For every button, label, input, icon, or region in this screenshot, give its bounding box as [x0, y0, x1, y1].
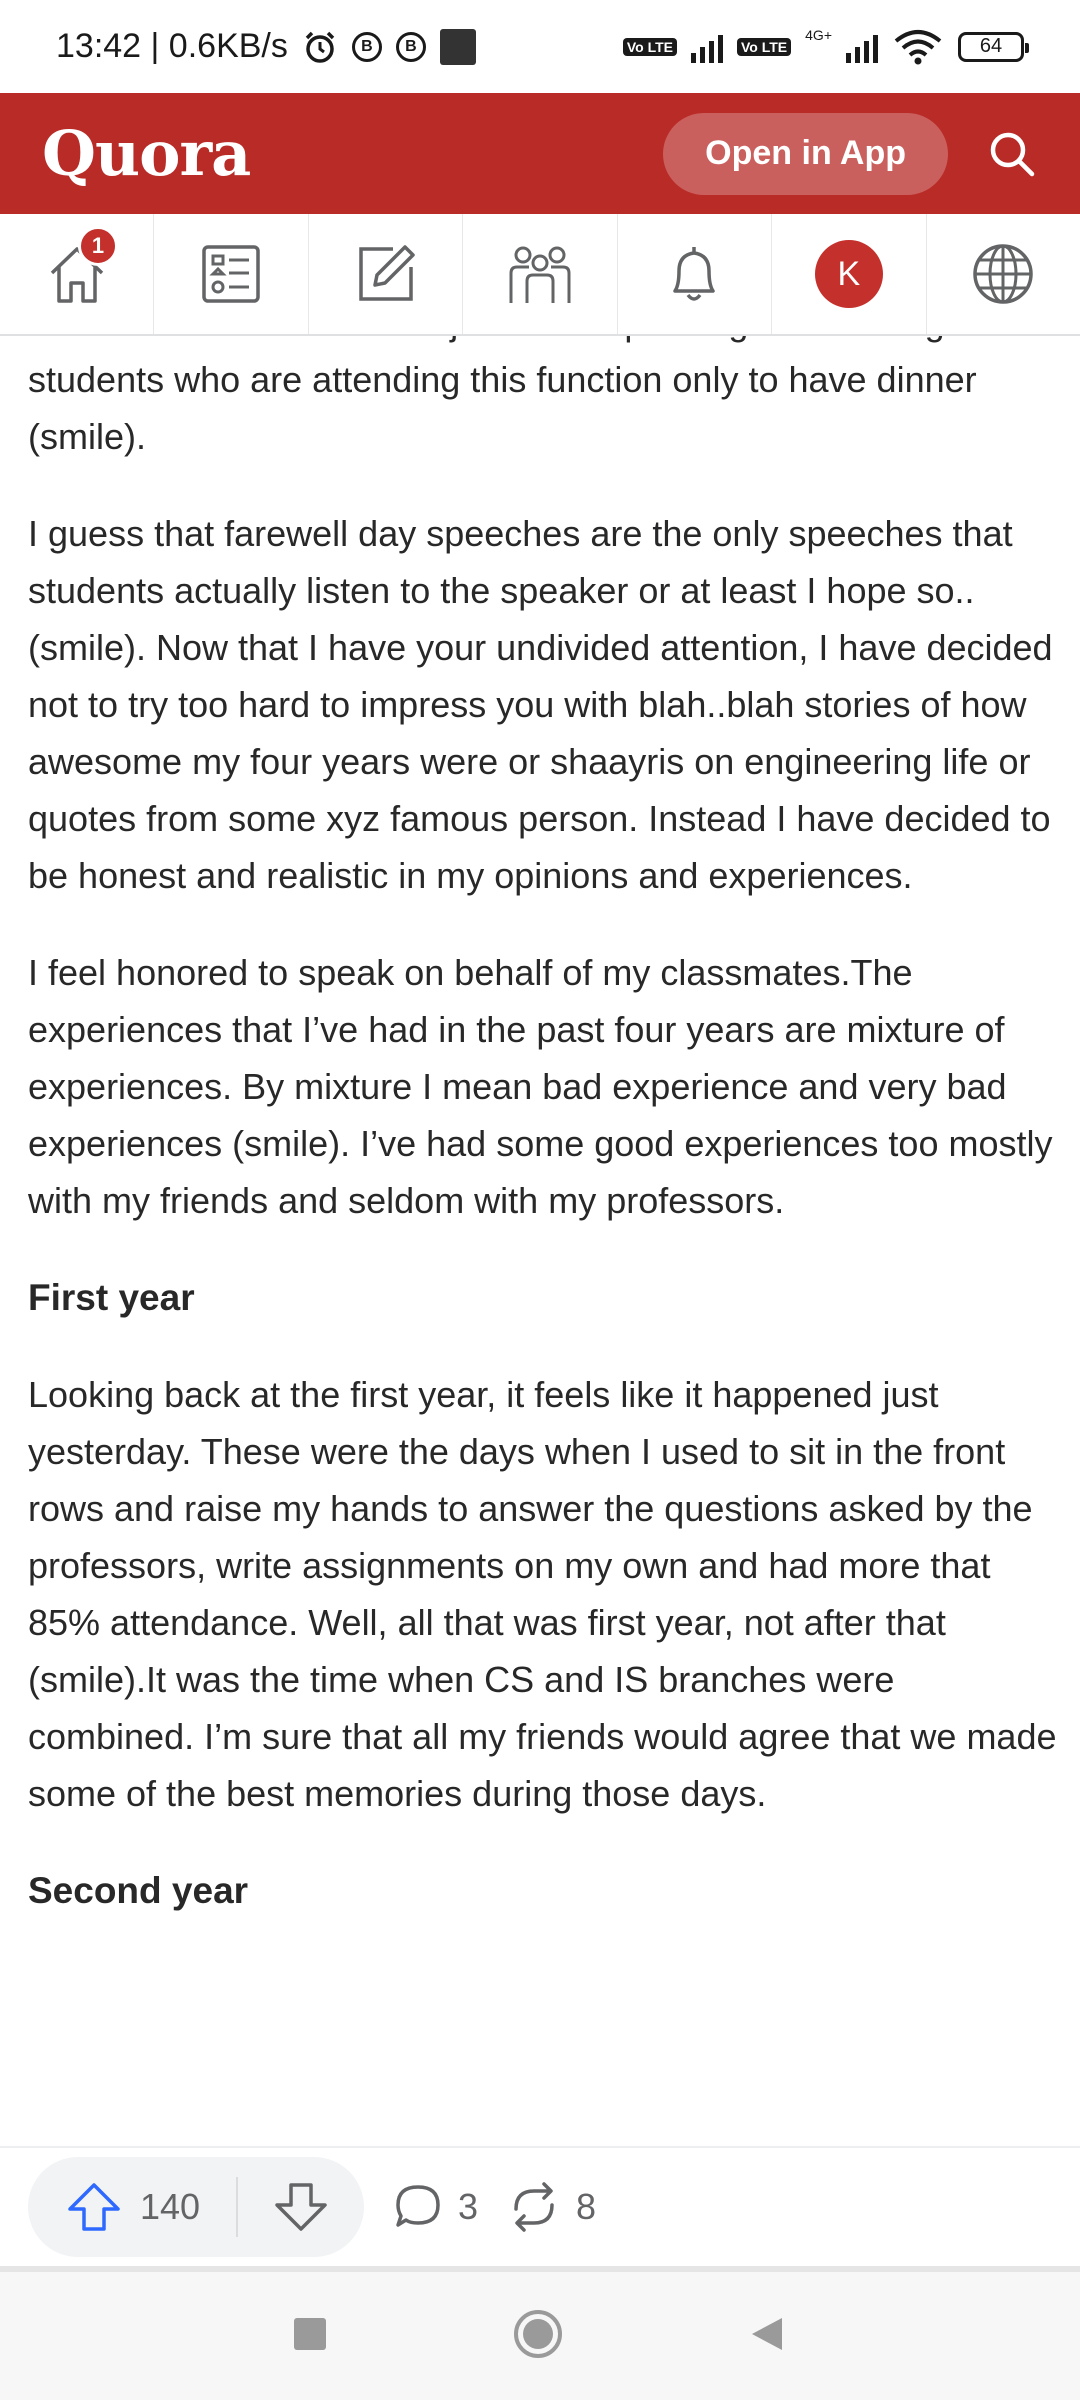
answer-paragraph: fellow students and sweet juniors. A spe…: [28, 336, 1045, 457]
battery-icon: 64: [958, 31, 1029, 62]
signal-icon-2: [846, 31, 878, 63]
home-system-button[interactable]: [512, 2308, 564, 2365]
system-nav-bar: [0, 2272, 1080, 2400]
nav-home[interactable]: 1: [0, 214, 155, 334]
nav-profile[interactable]: K: [772, 214, 927, 334]
edit-icon: [358, 245, 415, 301]
downvote-button[interactable]: [238, 2181, 364, 2233]
answer-paragraph: I guess that farewell day speeches are t…: [28, 513, 1053, 896]
nav-following[interactable]: [154, 214, 309, 334]
share-button[interactable]: 8: [506, 2179, 596, 2235]
section-heading: First year: [28, 1277, 195, 1318]
back-triangle-icon: [752, 2317, 782, 2350]
header-actions: Open in App: [663, 112, 1040, 195]
home-circle-icon: [514, 2309, 562, 2358]
section-heading: Second year: [28, 1870, 249, 1911]
upvote-icon: [68, 2183, 120, 2231]
nav-notifications[interactable]: [618, 214, 773, 334]
avatar: K: [814, 240, 883, 308]
downvote-icon: [275, 2183, 327, 2231]
comment-icon: [396, 2185, 440, 2227]
answer-paragraph: I feel honored to speak on behalf of my …: [28, 952, 1053, 1221]
nav-language[interactable]: [927, 214, 1080, 334]
quora-logo[interactable]: Quora: [42, 117, 251, 190]
upvote-count: 140: [140, 2186, 201, 2227]
answer-content: fellow students and sweet juniors. A spe…: [28, 336, 1058, 2146]
signal-icon: [690, 31, 723, 63]
search-icon: [990, 132, 1035, 176]
network-type: 4G+: [805, 26, 832, 43]
notification-icon-2: B: [395, 31, 426, 62]
bell-icon: [673, 247, 716, 301]
answer-action-bar: 140 3 8: [0, 2146, 1080, 2266]
recents-square-icon: [294, 2317, 326, 2350]
answer-paragraph: Looking back at the first year, it feels…: [28, 1374, 1057, 1814]
globe-icon: [973, 244, 1033, 304]
alarm-icon: [305, 31, 335, 63]
status-time: 13:42 | 0.6KB/s: [56, 27, 288, 65]
recents-button[interactable]: [292, 2316, 328, 2357]
notification-square-icon: [439, 28, 476, 65]
app-header: Quora Open in App: [0, 93, 1080, 214]
wifi-icon: [894, 29, 942, 64]
spaces-people-icon: [509, 246, 571, 303]
notification-icon: B: [351, 31, 382, 62]
open-in-app-button[interactable]: Open in App: [663, 112, 948, 195]
share-count: 8: [576, 2186, 597, 2227]
status-bar: 13:42 | 0.6KB/s B B Vo LTE Vo LTE 4G+ 64: [0, 0, 1080, 93]
nav-spaces[interactable]: [463, 214, 618, 334]
upvote-button[interactable]: 140: [28, 2177, 238, 2237]
volte-icon: Vo LTE: [622, 37, 677, 56]
search-button[interactable]: [984, 126, 1040, 182]
status-left: 13:42 | 0.6KB/s B B: [56, 27, 476, 66]
home-badge: 1: [78, 226, 118, 266]
volte-icon-2: Vo LTE: [736, 37, 792, 56]
top-nav: 1 K: [0, 214, 1080, 336]
following-list-icon: [202, 245, 260, 303]
comment-count: 3: [458, 2186, 479, 2227]
comment-button[interactable]: 3: [392, 2181, 478, 2233]
vote-pill: 140: [28, 2157, 364, 2257]
nav-answer[interactable]: [309, 214, 464, 334]
status-right: Vo LTE Vo LTE 4G+ 64: [622, 26, 1029, 67]
back-button[interactable]: [748, 2314, 788, 2359]
share-icon: [514, 2182, 554, 2232]
